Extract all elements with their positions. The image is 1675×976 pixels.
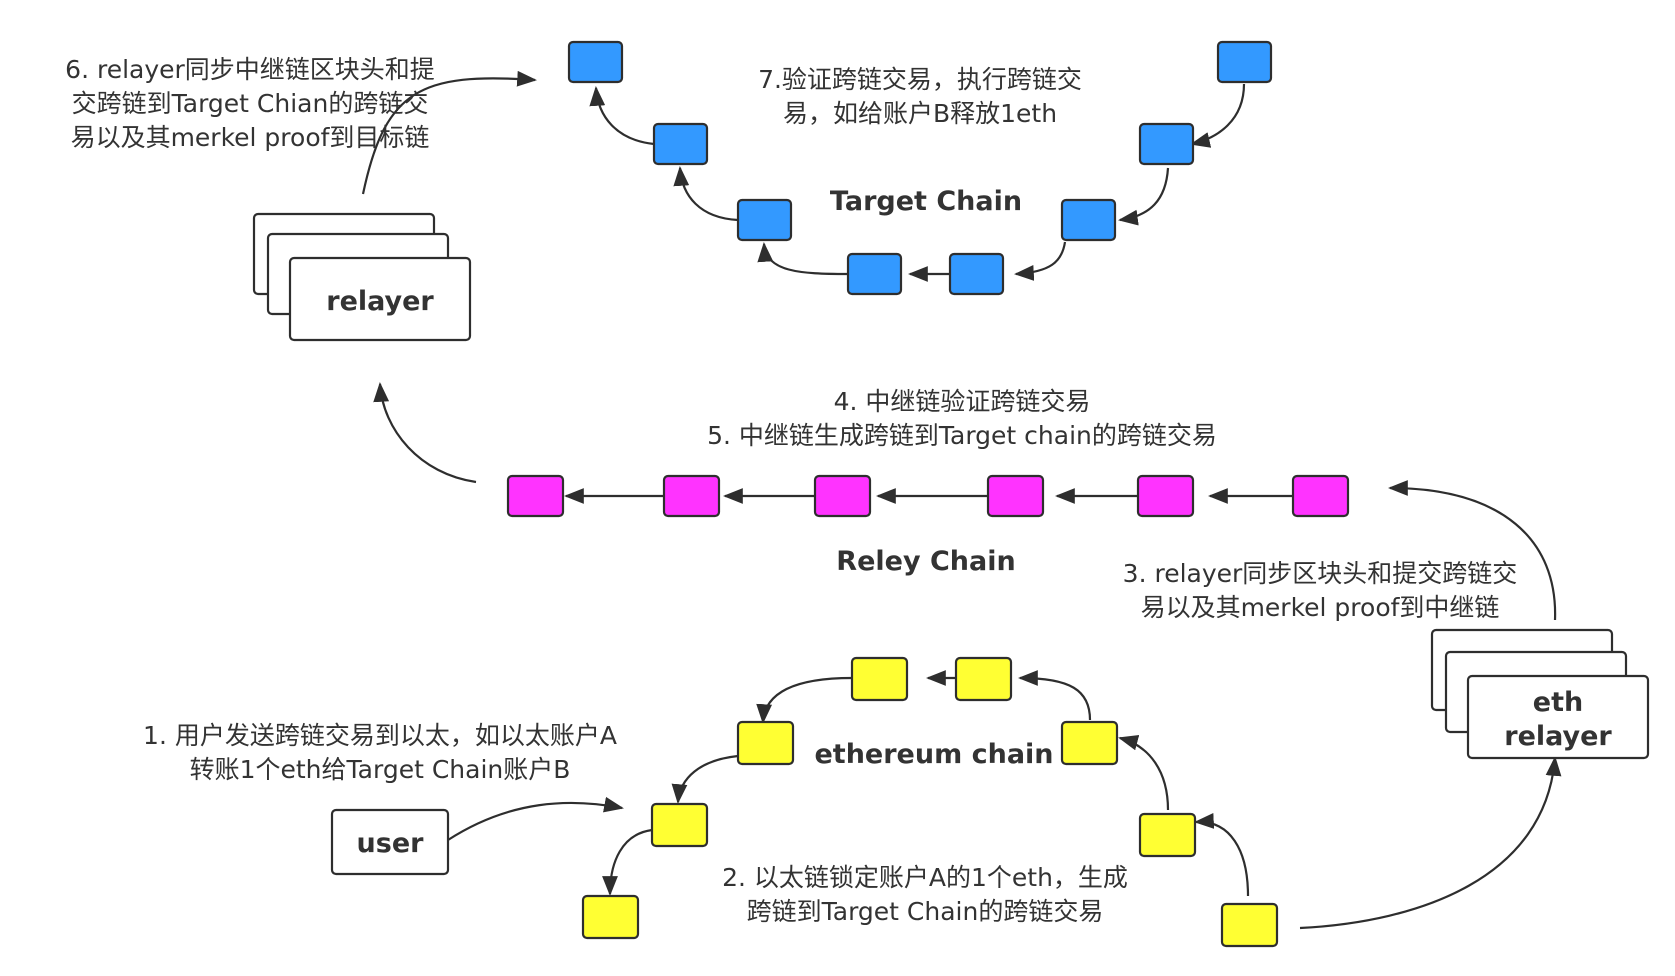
eth-relayer-label-line2: relayer [1504, 721, 1612, 752]
step6-line1: 6. relayer同步中继链区块头和提 [65, 55, 435, 84]
target-link-1 [1190, 83, 1246, 148]
eth-to-ethrelayer-arrow [1299, 756, 1562, 930]
relay-to-relayer-arrow [373, 382, 477, 484]
target-link-3 [1014, 241, 1067, 281]
step1-line1: 1. 用户发送跨链交易到以太，如以太账户A [143, 721, 617, 750]
user-label: user [357, 828, 425, 859]
eth-chain-name: ethereum chain [814, 739, 1053, 770]
eth-link-6 [671, 754, 739, 804]
eth-link-7 [602, 828, 653, 896]
step7-line1: 7.验证跨链交易，执行跨链交 [758, 65, 1082, 94]
eth-relayer-label-line1: eth [1533, 687, 1583, 718]
target-block [948, 252, 1005, 296]
step6-line2: 交跨链到Target Chian的跨链交 [72, 89, 429, 118]
target-block [567, 40, 624, 84]
eth-link-3 [1018, 670, 1092, 721]
target-link-6 [673, 166, 739, 222]
relay-chain-name: Reley Chain [836, 546, 1015, 577]
relay-block [1291, 474, 1350, 518]
step7-line2: 易，如给账户B释放1eth [783, 99, 1057, 128]
target-block [736, 198, 793, 242]
target-link-7 [589, 86, 655, 146]
eth-link-2 [1118, 734, 1170, 811]
eth-block [1138, 812, 1197, 858]
relayer-label: relayer [326, 286, 434, 317]
target-block [1216, 40, 1273, 84]
user-to-eth-arrow [447, 796, 624, 841]
relay-block [662, 474, 721, 518]
cross-chain-diagram: relayer eth relayer user Target Chain Re… [65, 40, 1650, 948]
relay-block [813, 474, 872, 518]
target-block [652, 122, 709, 166]
step45-line2: 5. 中继链生成跨链到Target chain的跨链交易 [707, 421, 1217, 450]
eth-link-1 [1194, 813, 1250, 897]
eth-block [736, 720, 795, 766]
step3-line2: 易以及其merkel proof到中继链 [1141, 593, 1500, 622]
target-block [846, 252, 903, 296]
target-chain-name: Target Chain [830, 186, 1022, 217]
eth-block [1060, 720, 1119, 766]
eth-block [581, 894, 640, 940]
eth-block [850, 656, 909, 702]
step3-line1: 3. relayer同步区块头和提交跨链交 [1123, 559, 1518, 588]
target-block [1060, 198, 1117, 242]
eth-link-5 [756, 676, 853, 724]
relay-block [986, 474, 1045, 518]
eth-block [1220, 902, 1279, 948]
target-link-5 [757, 242, 849, 276]
eth-block [954, 656, 1013, 702]
step6-line3: 易以及其merkel proof到目标链 [71, 123, 430, 152]
relay-block [1136, 474, 1195, 518]
target-block [1138, 122, 1195, 166]
relay-block [506, 474, 565, 518]
eth-block [650, 802, 709, 848]
step2-line1: 2. 以太链锁定账户A的1个eth，生成 [722, 863, 1128, 892]
step2-line2: 跨链到Target Chain的跨链交易 [747, 897, 1104, 926]
target-link-2 [1118, 167, 1170, 226]
step45-line1: 4. 中继链验证跨链交易 [834, 387, 1091, 416]
step1-line2: 转账1个eth给Target Chain账户B [190, 755, 571, 784]
